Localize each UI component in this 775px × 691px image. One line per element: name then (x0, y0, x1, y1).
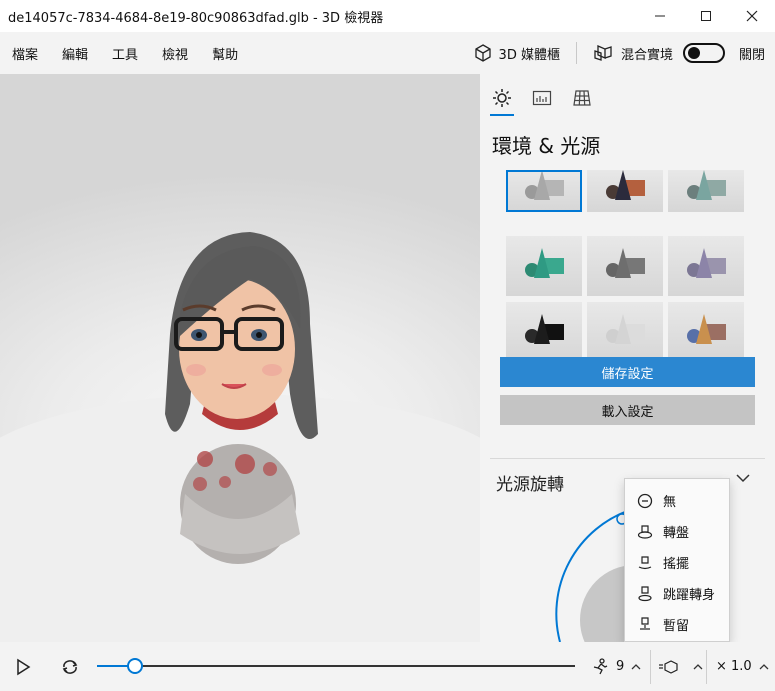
tab-stats[interactable] (532, 88, 552, 116)
scene-preview-icon (606, 170, 645, 200)
dropdown-item-label: 搖擺 (663, 557, 690, 572)
mixed-reality-label: 混合實境 (620, 47, 673, 63)
menu-edit[interactable]: 編輯 (50, 44, 100, 63)
environment-thumbnail[interactable] (668, 236, 744, 296)
jump-turn-icon (638, 585, 652, 601)
scene-preview-icon (606, 248, 645, 278)
panel-title: 環境 & 光源 (492, 134, 601, 158)
tab-grid[interactable] (572, 88, 592, 116)
menu-separator (575, 42, 577, 64)
environment-thumbnail[interactable] (506, 170, 582, 212)
scene-preview-icon (687, 314, 726, 344)
3d-library-label: 3D 媒體櫃 (498, 47, 560, 63)
dropdown-item-label: 無 (663, 495, 677, 510)
close-button[interactable] (729, 0, 775, 32)
dropdown-item-label: 暫留 (663, 619, 690, 634)
dropdown-item-turntable[interactable]: 轉盤 (625, 516, 729, 547)
menu-bar: 檔案 編輯 工具 檢視 幫助 3D 媒體櫃 混合實境 關閉 (0, 32, 775, 74)
environment-thumbnail[interactable] (506, 236, 582, 296)
bar-separator (706, 650, 707, 684)
dropdown-item-jump-turn[interactable]: 跳躍轉身 (625, 578, 729, 609)
dropdown-item-hover[interactable]: 暫留 (625, 609, 729, 640)
menu-tools[interactable]: 工具 (100, 44, 150, 63)
animation-dropdown: 無 轉盤 搖擺 跳躍轉身 暫留 (624, 478, 730, 642)
menu-file[interactable]: 檔案 (0, 44, 50, 63)
playback-speed: × 1.0 (716, 659, 752, 674)
3d-library-button[interactable]: 3D 媒體櫃 (463, 43, 570, 63)
stats-chart-icon (532, 90, 552, 106)
animation-count: 9 (616, 659, 625, 674)
tab-environment-lighting[interactable] (490, 88, 514, 116)
sun-icon (493, 89, 511, 107)
maximize-icon (701, 11, 711, 21)
light-rotation-title: 光源旋轉 (496, 475, 564, 495)
animated-cube-icon (659, 659, 678, 674)
light-rotation-expand[interactable] (735, 470, 751, 490)
mixed-reality-toggle[interactable] (682, 43, 725, 63)
environment-thumbnail[interactable] (506, 302, 582, 362)
dropdown-item-label: 跳躍轉身 (663, 588, 716, 603)
dropdown-item-none[interactable]: 無 (625, 485, 729, 516)
3d-viewport[interactable] (0, 74, 480, 642)
loop-icon (62, 659, 78, 674)
hover-icon (640, 616, 650, 630)
grid-icon (573, 90, 591, 106)
mixed-reality-group[interactable]: 混合實境 關閉 (583, 43, 775, 63)
mixed-reality-icon (594, 45, 612, 61)
panel-tabs (480, 74, 775, 118)
running-figure-icon (593, 657, 608, 674)
play-button[interactable] (14, 642, 32, 691)
chevron-down-icon (736, 474, 750, 483)
minimize-button[interactable] (637, 0, 683, 32)
environment-thumbnails (506, 170, 744, 362)
speed-selector[interactable]: × 1.0 (716, 642, 770, 691)
window-title: de14057c-7834-4684-8e19-80c90863dfad.glb… (8, 10, 384, 26)
scene-preview-icon (687, 248, 726, 278)
dropdown-item-swing[interactable]: 搖擺 (625, 547, 729, 578)
menu-right-group: 3D 媒體櫃 混合實境 關閉 (463, 32, 775, 74)
swing-icon (638, 555, 652, 569)
animations-selector[interactable]: 9 (590, 642, 642, 691)
avatar-model[interactable] (0, 74, 480, 642)
scene-preview-icon (525, 314, 564, 344)
maximize-button[interactable] (683, 0, 729, 32)
menu-view[interactable]: 檢視 (150, 44, 200, 63)
toggle-state-label: 關閉 (738, 47, 765, 63)
title-bar: de14057c-7834-4684-8e19-80c90863dfad.glb… (0, 0, 775, 32)
environment-thumbnail[interactable] (668, 170, 744, 212)
scene-preview-icon (606, 314, 645, 344)
chevron-up-icon (759, 663, 769, 669)
chevron-up-icon (631, 663, 641, 669)
minus-circle-icon (637, 493, 653, 508)
turntable-icon (637, 524, 653, 539)
play-icon (17, 658, 31, 675)
timeline-track[interactable] (97, 665, 575, 667)
scene-preview-icon (687, 170, 726, 200)
close-icon (746, 10, 758, 22)
environment-thumbnail[interactable] (587, 236, 663, 296)
menu-help[interactable]: 幫助 (200, 44, 250, 63)
auto-animation-selector[interactable] (658, 642, 704, 691)
bar-separator (650, 650, 651, 684)
save-settings-button[interactable]: 儲存設定 (500, 357, 755, 387)
environment-thumbnail[interactable] (587, 170, 663, 212)
environment-thumbnail[interactable] (587, 302, 663, 362)
scene-preview-icon (525, 170, 564, 200)
section-divider (490, 458, 765, 459)
chevron-up-icon (693, 663, 703, 669)
scene-preview-icon (525, 248, 564, 278)
loop-button[interactable] (60, 642, 80, 691)
dropdown-item-label: 轉盤 (663, 526, 690, 541)
cube-icon (474, 44, 491, 62)
minimize-icon (655, 15, 665, 17)
load-settings-button[interactable]: 載入設定 (500, 395, 755, 425)
environment-thumbnail[interactable] (668, 302, 744, 362)
